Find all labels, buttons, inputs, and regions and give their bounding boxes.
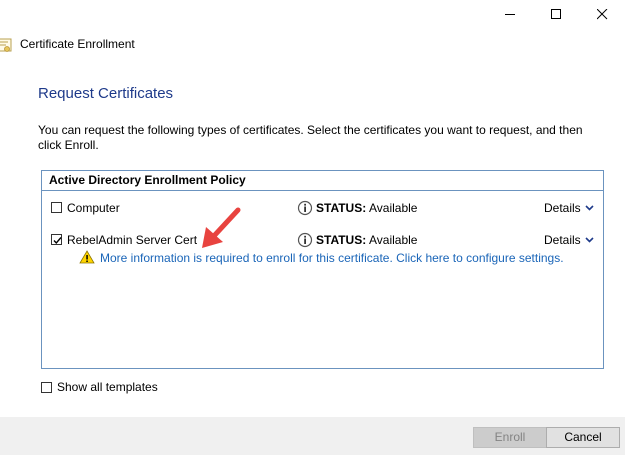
intro-text: You can request the following types of c… <box>38 123 583 152</box>
details-label: Details <box>544 201 581 215</box>
page-title: Request Certificates <box>38 85 174 102</box>
warning-icon <box>79 250 95 264</box>
certificate-row-computer: Computer STATUS: Available Details <box>51 200 599 218</box>
details-toggle[interactable]: Details <box>544 201 594 215</box>
certificate-name: Computer <box>67 201 120 215</box>
policy-header: Active Directory Enrollment Policy <box>42 171 603 191</box>
minimize-icon <box>504 13 515 15</box>
cancel-button[interactable]: Cancel <box>546 427 620 448</box>
status-label: STATUS: <box>316 233 367 247</box>
info-icon <box>297 200 313 216</box>
chevron-down-icon <box>585 205 594 211</box>
enroll-button[interactable]: Enroll <box>473 427 547 448</box>
info-icon <box>297 232 313 248</box>
red-arrow-annotation <box>202 207 241 248</box>
window-title: Certificate Enrollment <box>20 37 135 51</box>
maximize-icon <box>550 8 561 19</box>
computer-checkbox[interactable] <box>51 202 62 213</box>
checkmark-icon <box>53 237 62 245</box>
configure-settings-link[interactable]: More information is required to enroll f… <box>100 251 564 265</box>
close-icon <box>596 8 607 19</box>
show-all-templates-checkbox[interactable] <box>41 382 52 393</box>
status-label: STATUS: <box>316 201 367 215</box>
wizard-header: Certificate Enrollment <box>0 36 200 54</box>
window-controls <box>487 0 625 28</box>
enrollment-policy-panel: Active Directory Enrollment Policy Compu… <box>41 170 604 369</box>
button-bar: Enroll Cancel <box>0 417 625 455</box>
show-all-templates-label: Show all templates <box>57 380 158 394</box>
details-toggle[interactable]: Details <box>544 233 594 247</box>
details-label: Details <box>544 233 581 247</box>
status-value: Available <box>369 233 418 247</box>
status-value: Available <box>369 201 418 215</box>
close-button[interactable] <box>579 0 625 28</box>
certificate-row-rebeladmin: RebelAdmin Server Cert STATUS: Available… <box>51 232 599 250</box>
certificate-icon <box>0 38 12 52</box>
certificate-name: RebelAdmin Server Cert <box>67 233 198 247</box>
rebeladmin-checkbox[interactable] <box>51 234 62 245</box>
minimize-button[interactable] <box>487 0 533 28</box>
chevron-down-icon <box>585 237 594 243</box>
maximize-button[interactable] <box>533 0 579 28</box>
